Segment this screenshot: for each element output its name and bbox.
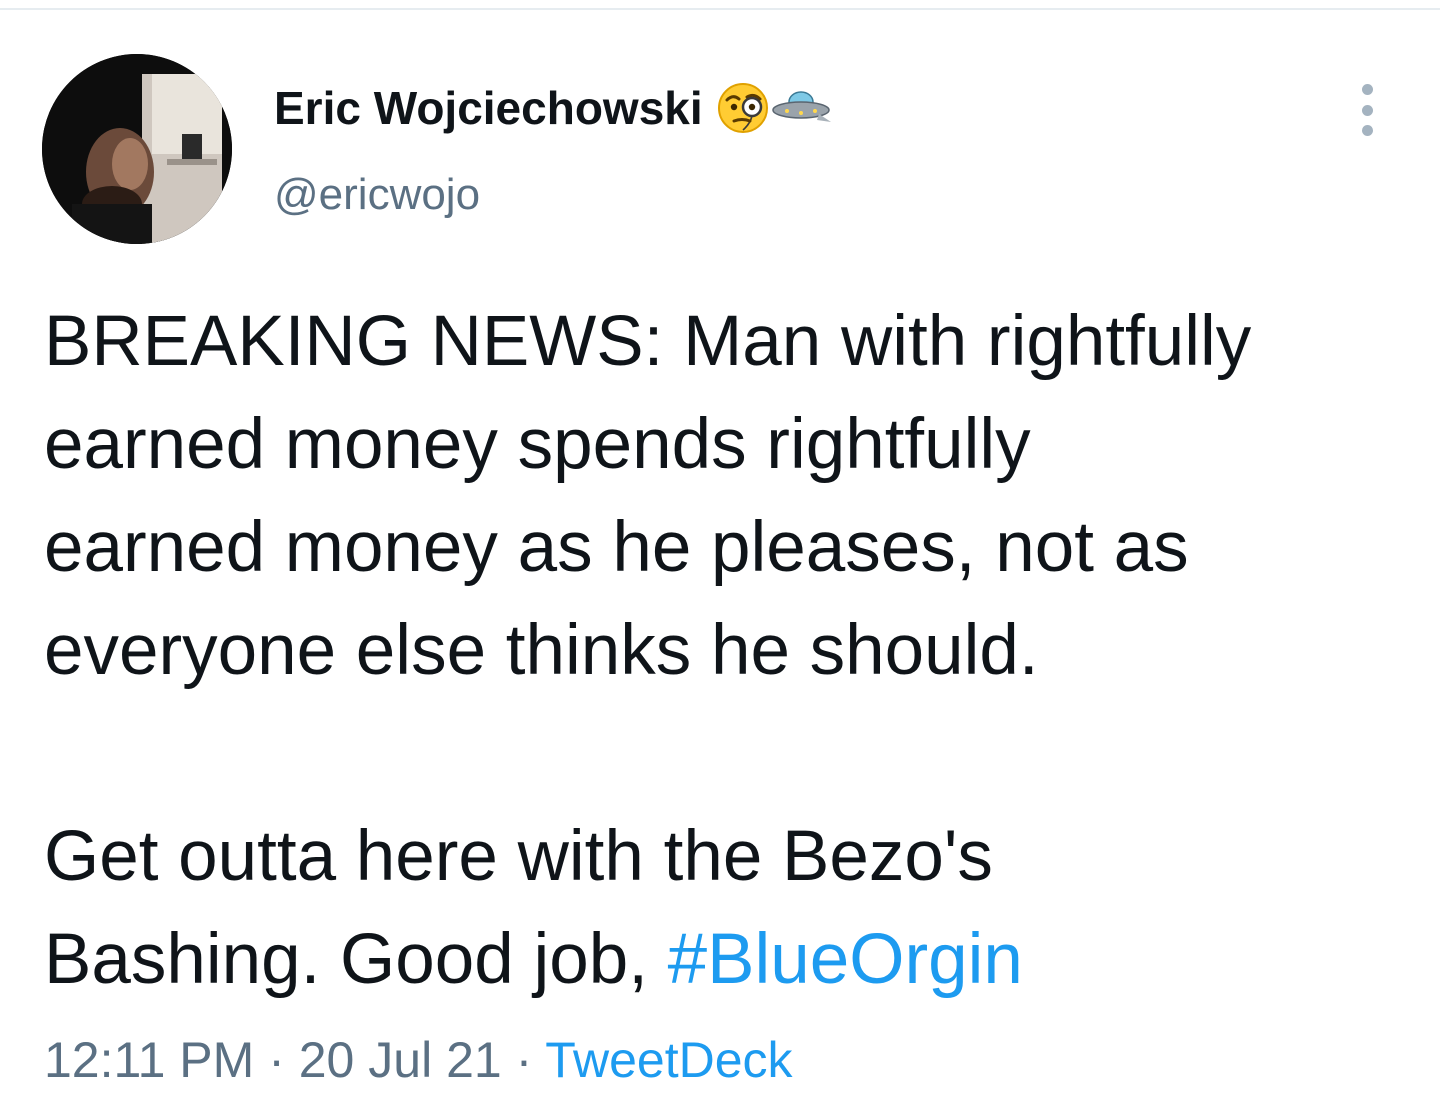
tweet-line: Bashing. Good job, #BlueOrgin (44, 908, 1414, 1011)
more-dot (1361, 125, 1373, 136)
handle[interactable]: @ericwojo (274, 170, 480, 220)
tweet-line: Get outta here with the Bezo's (44, 817, 993, 896)
tweet-line-text: Bashing. Good job, (44, 920, 668, 999)
avatar-photo (42, 54, 232, 244)
more-vertical-icon[interactable] (1352, 84, 1382, 136)
tweet-line: earned money spends rightfully (44, 405, 1031, 484)
tweet-metadata: 12:11 PM · 20 Jul 21 · TweetDeck (44, 1026, 793, 1094)
more-dot (1361, 104, 1373, 116)
tweet-text: BREAKING NEWS: Man with rightfully earne… (44, 290, 1414, 1011)
tweet-date[interactable]: 20 Jul 21 (299, 1032, 502, 1088)
flying-saucer-icon (771, 91, 831, 122)
hashtag-link[interactable]: #BlueOrgin (668, 920, 1023, 999)
tweet-source-link[interactable]: TweetDeck (545, 1032, 792, 1088)
avatar[interactable] (42, 54, 232, 244)
tweet-line: BREAKING NEWS: Man with rightfully (44, 302, 1252, 381)
author-row: Eric Wojciechowski (274, 76, 835, 140)
meta-separator: · (254, 1032, 299, 1088)
tweet-line: everyone else thinks he should. (44, 611, 1039, 690)
meta-separator: · (501, 1032, 546, 1088)
display-name[interactable]: Eric Wojciechowski (274, 81, 703, 135)
name-emoji-group (717, 82, 835, 134)
top-divider (0, 0, 1440, 10)
tweet-line: earned money as he pleases, not as (44, 508, 1189, 587)
tweet-time[interactable]: 12:11 PM (44, 1032, 254, 1088)
more-dot (1361, 84, 1373, 95)
face-with-monocle-icon (717, 83, 768, 133)
